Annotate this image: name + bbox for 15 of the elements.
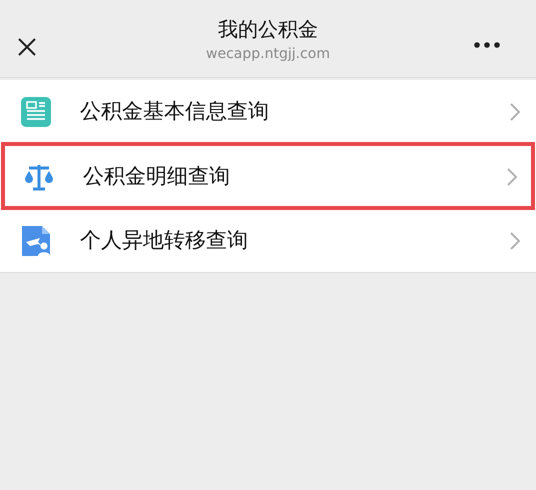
- chevron-right-icon: [507, 168, 517, 186]
- chevron-right-icon: [510, 103, 520, 121]
- transfer-document-icon: [20, 224, 52, 258]
- page-title: 我的公积金: [218, 16, 318, 42]
- item-label: 公积金明细查询: [83, 162, 231, 190]
- menu-item[interactable]: 公积金基本信息查询: [0, 80, 536, 144]
- document-icon: [20, 96, 52, 128]
- item-label: 公积金基本信息查询: [80, 98, 270, 126]
- menu-item[interactable]: 个人异地转移查询: [0, 208, 536, 272]
- close-icon[interactable]: [17, 37, 37, 57]
- chevron-right-icon: [510, 232, 520, 250]
- page-url: wecapp.ntgjj.com: [206, 44, 330, 64]
- more-icon[interactable]: [474, 42, 500, 48]
- item-label: 个人异地转移查询: [80, 226, 249, 254]
- menu-item[interactable]: 公积金明细查询: [3, 144, 533, 208]
